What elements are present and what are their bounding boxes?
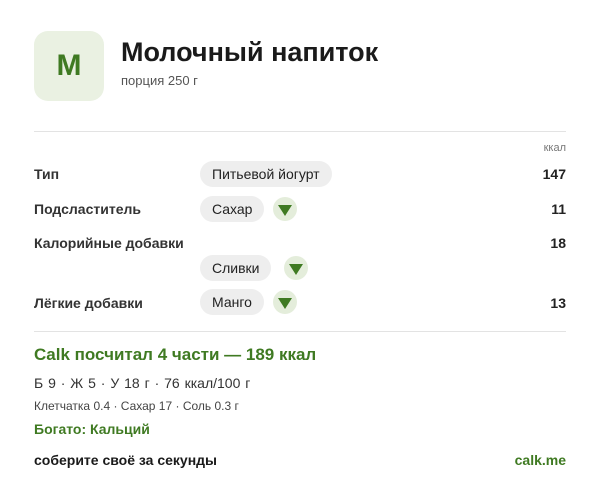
triangle-down-icon xyxy=(278,297,292,309)
row-label-caloric-additions: Калорийные добавки xyxy=(34,235,184,251)
page-title: Молочный напиток xyxy=(121,37,379,67)
row-kcal-sweetener: 11 xyxy=(551,201,566,217)
triangle-down-icon xyxy=(278,204,292,216)
macros-line: Б 9 · Ж 5 · У 18 г · 76 ккал/100 г xyxy=(34,375,251,391)
row-kcal-type: 147 xyxy=(542,166,566,182)
light-additions-dropdown-button[interactable] xyxy=(273,290,297,314)
micronutrients-line: Клетчатка 0.4 · Сахар 17 · Соль 0.3 г xyxy=(34,399,239,413)
cta-text: соберите своё за секунды xyxy=(34,452,218,468)
divider-bottom xyxy=(34,331,566,332)
row-label-sweetener: Подсластитель xyxy=(34,201,141,217)
calorie-summary: Calk посчитал 4 части — 189 ккал xyxy=(34,345,317,364)
logo-letter: M xyxy=(56,49,82,82)
sweetener-select[interactable]: Сахар xyxy=(200,196,265,222)
triangle-down-icon xyxy=(289,263,303,275)
caloric-additions-select[interactable]: Сливки xyxy=(200,255,272,281)
site-link[interactable]: calk.me xyxy=(515,452,566,468)
row-label-type: Тип xyxy=(34,166,60,182)
sweetener-dropdown-button[interactable] xyxy=(273,197,297,221)
divider-top xyxy=(34,131,566,132)
type-select[interactable]: Питьевой йогурт xyxy=(200,161,332,187)
portion-size: порция 250 г xyxy=(121,73,198,88)
row-kcal-caloric-additions: 18 xyxy=(550,235,566,251)
product-logo: M xyxy=(34,31,104,101)
row-label-light-additions: Лёгкие добавки xyxy=(34,295,143,311)
caloric-additions-dropdown-button[interactable] xyxy=(284,256,308,280)
light-additions-select[interactable]: Манго xyxy=(200,289,264,315)
kcal-column-header: ккал xyxy=(543,142,566,154)
rich-in-badge: Богато: Кальций xyxy=(34,421,150,437)
product-header: M Молочный напиток порция 250 г xyxy=(34,31,566,103)
row-kcal-light-additions: 13 xyxy=(550,295,566,311)
